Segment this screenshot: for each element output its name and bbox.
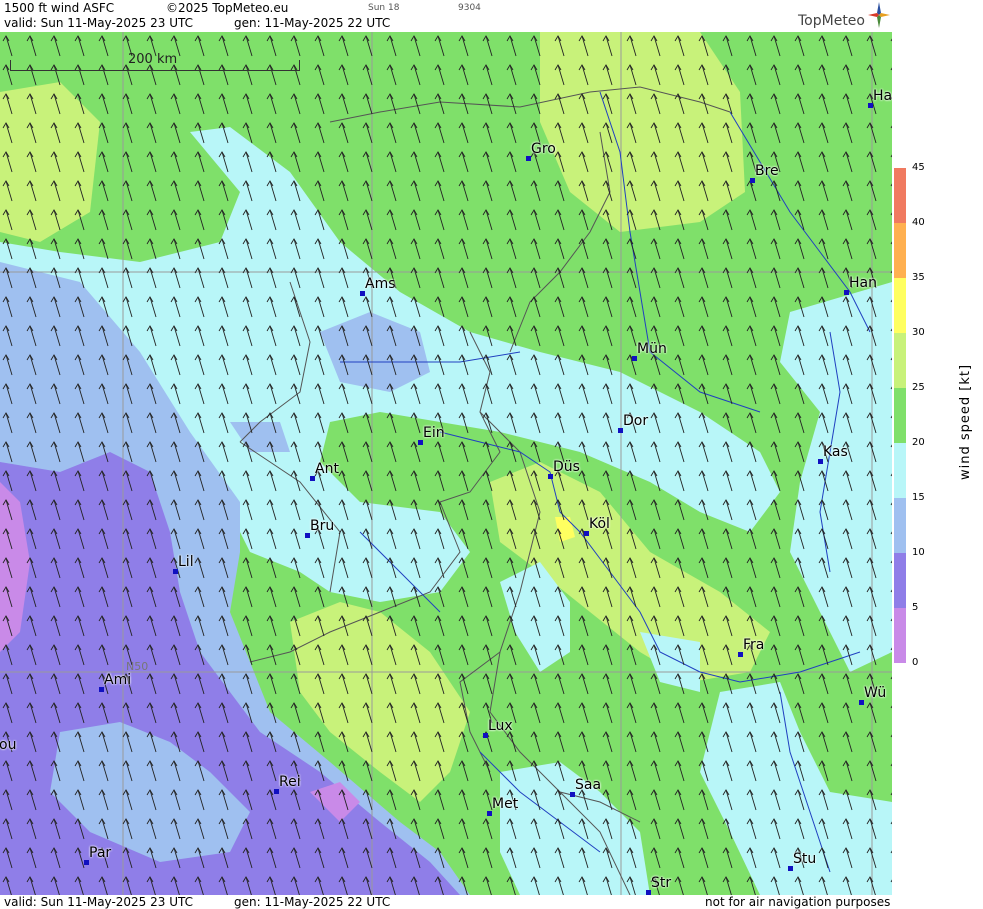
city-label: Stu	[793, 851, 817, 867]
colorbar-tick: 40	[912, 217, 925, 228]
product-title: 1500 ft wind ASFC	[4, 1, 115, 15]
city-label: Ha	[873, 88, 893, 104]
colorbar-tick: 10	[912, 547, 925, 558]
colorbar-tick: 15	[912, 492, 925, 503]
city-label: Str	[651, 875, 672, 891]
city-label: Met	[492, 796, 519, 812]
topmeteo-logo: TopMeteo	[798, 13, 865, 29]
city-label: Dor	[623, 413, 649, 429]
wind-map	[0, 32, 892, 895]
colorbar-tick: 0	[912, 657, 919, 668]
city-label: Lux	[488, 718, 513, 734]
city-label: Ams	[365, 276, 396, 292]
city-label: Bru	[310, 518, 335, 534]
colorbar	[894, 168, 906, 663]
compass-star-icon	[868, 2, 890, 28]
run-code: 9304	[458, 3, 481, 13]
copyright: ©2025 TopMeteo.eu	[166, 1, 289, 15]
disclaimer: not for air navigation purposes	[705, 895, 891, 909]
city-label: ou	[0, 737, 17, 753]
generated-time: gen: 11-May-2025 22 UTC	[234, 16, 391, 30]
city-label: Han	[849, 275, 877, 291]
city-label: Rei	[279, 774, 301, 790]
city-label: Mün	[637, 341, 667, 357]
city-label: Lil	[178, 554, 194, 570]
colorbar-tick: 20	[912, 437, 925, 448]
footer-generated-time: gen: 11-May-2025 22 UTC	[234, 895, 391, 909]
valid-time: valid: Sun 11-May-2025 23 UTC	[4, 16, 193, 30]
colorbar-tick: 30	[912, 327, 925, 338]
colorbar-tick: 45	[912, 162, 925, 173]
city-label: Kas	[823, 444, 848, 460]
day-code: Sun 18	[368, 3, 400, 13]
city-label: Wü	[864, 685, 887, 701]
city-label: Köl	[589, 516, 610, 532]
colorbar-tick: 35	[912, 272, 925, 283]
wind-field	[0, 32, 892, 895]
footer-bar: valid: Sun 11-May-2025 23 UTC gen: 11-Ma…	[0, 895, 892, 909]
colorbar-label: wind speed [kt]	[958, 363, 973, 480]
colorbar-tick: 5	[912, 602, 919, 613]
city-label: Gro	[531, 141, 556, 157]
scale-bar-label: 200 km	[128, 52, 178, 67]
city-label: Ein	[423, 425, 445, 441]
header-bar: 1500 ft wind ASFC ©2025 TopMeteo.eu Sun …	[0, 0, 892, 32]
city-label: Ami	[104, 672, 132, 688]
city-label: Ant	[315, 461, 339, 477]
city-label: Par	[89, 845, 112, 861]
city-label: Fra	[743, 637, 765, 653]
colorbar-tick: 25	[912, 382, 925, 393]
footer-valid-time: valid: Sun 11-May-2025 23 UTC	[4, 895, 193, 909]
city-label: Bre	[755, 163, 779, 179]
city-label: Düs	[553, 459, 580, 475]
city-label: Saa	[575, 777, 602, 793]
